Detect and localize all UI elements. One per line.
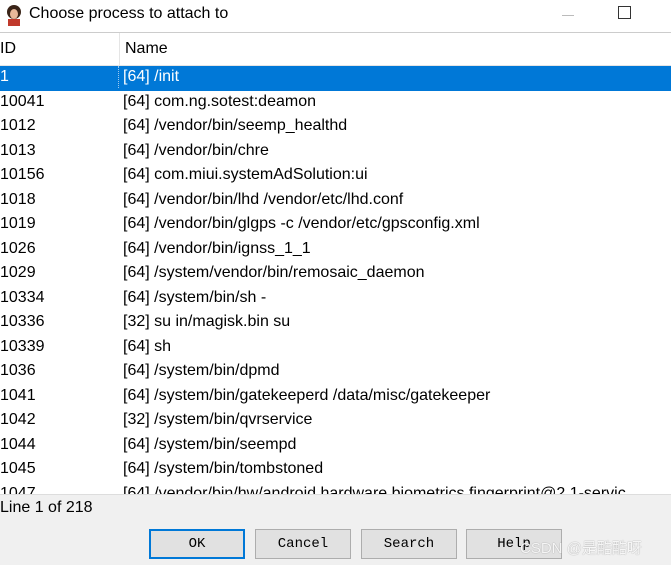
process-name: [64] sh bbox=[123, 337, 172, 355]
table-row[interactable]: 1018 [64] /vendor/bin/lhd /vendor/etc/lhd… bbox=[0, 189, 671, 214]
process-name: [64] /system/vendor/bin/remosaic_daemon bbox=[123, 264, 425, 281]
process-id: 1047 bbox=[0, 484, 36, 495]
table-row[interactable]: 10339 [64] sh bbox=[0, 336, 671, 361]
process-id: 1044 bbox=[0, 435, 36, 453]
process-name: [64] com.ng.sotest:deamon bbox=[123, 92, 316, 110]
process-id: 10041 bbox=[0, 92, 45, 110]
maximize-button[interactable] bbox=[618, 6, 631, 19]
process-name: [64] /vendor/bin/ignss_1_1 bbox=[123, 239, 311, 257]
process-name: [64] /system/bin/gatekeeperd /data/misc/… bbox=[123, 386, 491, 404]
list-header: ID Name bbox=[0, 33, 671, 66]
cancel-button[interactable]: Cancel bbox=[255, 529, 351, 559]
process-id: 1041 bbox=[0, 386, 36, 404]
table-row[interactable]: 1041 [64] /system/bin/gatekeeperd /data/m… bbox=[0, 385, 671, 410]
column-header-id[interactable]: ID bbox=[0, 40, 16, 58]
table-row[interactable]: 1026 [64] /vendor/bin/ignss_1_1 bbox=[0, 238, 671, 263]
process-id: 1042 bbox=[0, 411, 36, 428]
process-name: [64] com.miui.systemAdSolution:ui bbox=[123, 166, 368, 183]
table-row[interactable]: 1045 [64] /system/bin/tombstoned bbox=[0, 458, 671, 483]
table-row[interactable]: 1042 [32] /system/bin/qvrservice bbox=[0, 409, 671, 434]
app-avatar-icon bbox=[7, 5, 21, 26]
watermark: CSDN @是酷酷呀 bbox=[520, 540, 642, 557]
status-text: Line 1 of 218 bbox=[0, 499, 93, 516]
table-row[interactable]: 1 [64] /init bbox=[0, 66, 671, 91]
table-row[interactable]: 1019 [64] /vendor/bin/glgps -c /vendor/et… bbox=[0, 213, 671, 238]
process-id: 1013 bbox=[0, 141, 36, 159]
process-name: [64] /system/bin/dpmd bbox=[123, 362, 280, 379]
table-row[interactable]: 10336 [32] su in/magisk.bin su bbox=[0, 311, 671, 336]
process-name: [64] /vendor/bin/hw/android.hardware.bio… bbox=[123, 484, 642, 495]
process-name: [32] su in/magisk.bin su bbox=[123, 313, 291, 330]
process-id: 1 bbox=[0, 66, 119, 88]
search-button[interactable]: Search bbox=[361, 529, 457, 559]
table-row[interactable]: 1036 [64] /system/bin/dpmd bbox=[0, 360, 671, 385]
process-name: [64] /system/bin/tombstoned bbox=[123, 460, 324, 477]
column-divider[interactable] bbox=[119, 33, 120, 65]
process-name: [64] /vendor/bin/seemp_healthd bbox=[123, 117, 348, 134]
table-row[interactable]: 1044 [64] /system/bin/seempd bbox=[0, 434, 671, 459]
process-id: 10339 bbox=[0, 337, 45, 355]
process-id: 1019 bbox=[0, 215, 36, 232]
process-name: [64] /init bbox=[123, 68, 180, 85]
process-id: 1018 bbox=[0, 190, 36, 208]
process-name: [64] /vendor/bin/lhd /vendor/etc/lhd.con… bbox=[123, 190, 404, 208]
process-id: 10336 bbox=[0, 313, 45, 330]
process-name: [64] /system/bin/sh - bbox=[123, 288, 267, 306]
minimize-button[interactable] bbox=[562, 15, 574, 16]
process-id: 1036 bbox=[0, 362, 36, 379]
process-list[interactable]: 1 [64] /init 10041 [64] com.ng.sotest:deamo… bbox=[0, 66, 671, 494]
table-row[interactable]: 10041 [64] com.ng.sotest:deamon bbox=[0, 91, 671, 116]
process-id: 10156 bbox=[0, 166, 45, 183]
table-row[interactable]: 1029 [64] /system/vendor/bin/remosaic_dae… bbox=[0, 262, 671, 287]
process-name: [32] /system/bin/qvrservice bbox=[123, 411, 313, 428]
table-row[interactable]: 1013 [64] /vendor/bin/chre bbox=[0, 140, 671, 165]
column-header-name[interactable]: Name bbox=[125, 40, 168, 58]
process-id: 1026 bbox=[0, 239, 36, 257]
process-name: [64] /vendor/bin/glgps -c /vendor/etc/gp… bbox=[123, 215, 480, 232]
process-id: 1029 bbox=[0, 264, 36, 281]
process-name: [64] /vendor/bin/chre bbox=[123, 141, 269, 159]
table-row[interactable]: 10334 [64] /system/bin/sh - bbox=[0, 287, 671, 312]
title-bar: Choose process to attach to bbox=[0, 0, 671, 32]
table-row[interactable]: 10156 [64] com.miui.systemAdSolution:ui bbox=[0, 164, 671, 189]
table-row[interactable]: 1047 [64] /vendor/bin/hw/android.hardware… bbox=[0, 483, 671, 495]
process-id: 1012 bbox=[0, 117, 36, 134]
process-id: 1045 bbox=[0, 460, 36, 477]
ok-button[interactable]: OK bbox=[149, 529, 245, 559]
process-id: 10334 bbox=[0, 288, 45, 306]
window-title: Choose process to attach to bbox=[29, 5, 229, 22]
process-name: [64] /system/bin/seempd bbox=[123, 435, 297, 453]
table-row[interactable]: 1012 [64] /vendor/bin/seemp_healthd bbox=[0, 115, 671, 140]
